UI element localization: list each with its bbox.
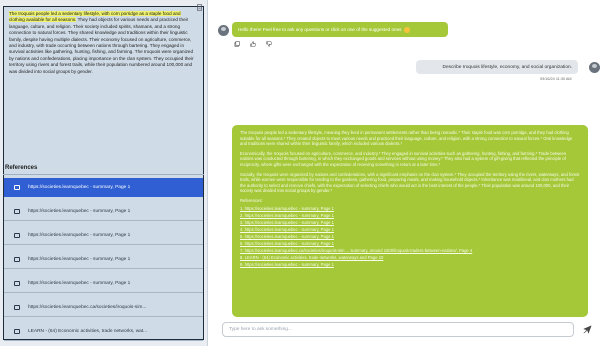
answer-reference-link[interactable]: 9. https://societies.learnquebec - summa…	[240, 262, 580, 268]
answer-reference-link[interactable]: 2. https://societies.learnquebec - summa…	[240, 213, 580, 219]
bot-avatar	[218, 25, 229, 36]
reference-item[interactable]: https://societies.learnquebec - summary,…	[4, 250, 203, 269]
send-icon	[583, 325, 591, 334]
chat-area: Hello there! Feel free to ask any questi…	[208, 0, 604, 346]
reference-label: https://societies.learnquebec - summary,…	[28, 185, 131, 190]
copy-icon[interactable]	[234, 41, 240, 47]
summary-text: The Iroquois people led a sedentary life…	[5, 8, 201, 151]
smile-emoji-icon	[404, 26, 411, 33]
references-list: https://societies.learnquebec - summary,…	[4, 178, 203, 346]
answer-reference-link[interactable]: 7. https://societies.learnquebec.ca/soci…	[240, 248, 580, 254]
user-avatar	[589, 62, 600, 73]
reference-label: LEARN - (64) Economic activities, trade …	[28, 328, 148, 334]
references-divider	[3, 174, 204, 175]
link-icon	[14, 304, 20, 310]
reference-item[interactable]: https://societies.learnquebec - summary,…	[4, 226, 203, 245]
chat-input-placeholder: Type here to ask something...	[229, 327, 292, 332]
reference-label: https://societies.learnquebec - summary,…	[28, 232, 131, 238]
bot-answer-bubble: The Iroquois people led a sedentary life…	[232, 125, 588, 317]
answer-paragraph: Economically, the Iroquois focused on ag…	[240, 150, 567, 167]
reference-item[interactable]: https://societies.learnquebec - summary,…	[4, 274, 203, 293]
answer-reference-link[interactable]: 3. https://societies.learnquebec - summa…	[240, 220, 580, 226]
link-icon	[14, 256, 20, 262]
reference-label: https://societies.learnquebec - summary,…	[28, 280, 131, 286]
reference-item[interactable]: LEARN - (64) Economic activities, trade …	[4, 322, 203, 341]
message-timestamp: 09/16/24 11:30 AM	[540, 77, 572, 81]
answer-reference-link[interactable]: 1. https://societies.learnquebec - summa…	[240, 206, 580, 212]
message-feedback	[234, 41, 272, 47]
link-icon	[14, 185, 20, 190]
reference-label: https://societies.learnquebec - summary,…	[28, 208, 131, 214]
answer-paragraph: Socially, the Iroquois were organized by…	[240, 171, 580, 194]
answer-paragraph: The Iroquois people led a sedentary life…	[240, 130, 573, 147]
link-icon	[14, 328, 20, 334]
references-sidebar: The Iroquois people led a sedentary life…	[0, 0, 208, 346]
thumbs-down-icon[interactable]	[266, 41, 272, 47]
answer-references-label: References:	[240, 197, 263, 203]
reference-item[interactable]: https://societies.learnquebec - summary,…	[4, 202, 203, 221]
thumbs-up-icon[interactable]	[250, 41, 256, 47]
reference-label: https://societies.learnquebec.ca/societi…	[28, 304, 147, 310]
link-icon	[14, 280, 20, 286]
document-icon[interactable]	[196, 4, 203, 11]
chat-input[interactable]: Type here to ask something...	[222, 322, 574, 337]
link-icon	[14, 232, 20, 238]
reference-item[interactable]: https://societies.learnquebec - summary,…	[4, 178, 203, 197]
answer-reference-link[interactable]: 5. https://societies.learnquebec - summa…	[240, 234, 580, 240]
references-title: References	[5, 165, 38, 171]
answer-reference-link[interactable]: 4. https://societies.learnquebec - summa…	[240, 227, 580, 233]
bot-greeting-text: Hello there! Feel free to ask any questi…	[238, 27, 402, 32]
user-message-bubble: Describe Iroquois lifestyle, economy, an…	[416, 60, 578, 74]
summary-body: They had objects for various needs and p…	[9, 17, 194, 74]
link-icon	[14, 208, 20, 214]
bot-greeting-bubble: Hello there! Feel free to ask any questi…	[232, 22, 448, 37]
send-button[interactable]	[580, 323, 594, 336]
reference-item[interactable]: https://societies.learnquebec.ca/societi…	[4, 298, 203, 317]
reference-label: https://societies.learnquebec - summary,…	[28, 256, 131, 262]
answer-reference-link[interactable]: 8. LEARN - (64) Economic activities, tra…	[240, 255, 580, 261]
answer-reference-link[interactable]: 6. https://societies.learnquebec - summa…	[240, 241, 580, 247]
user-message-text: Describe Iroquois lifestyle, economy, an…	[442, 64, 573, 70]
